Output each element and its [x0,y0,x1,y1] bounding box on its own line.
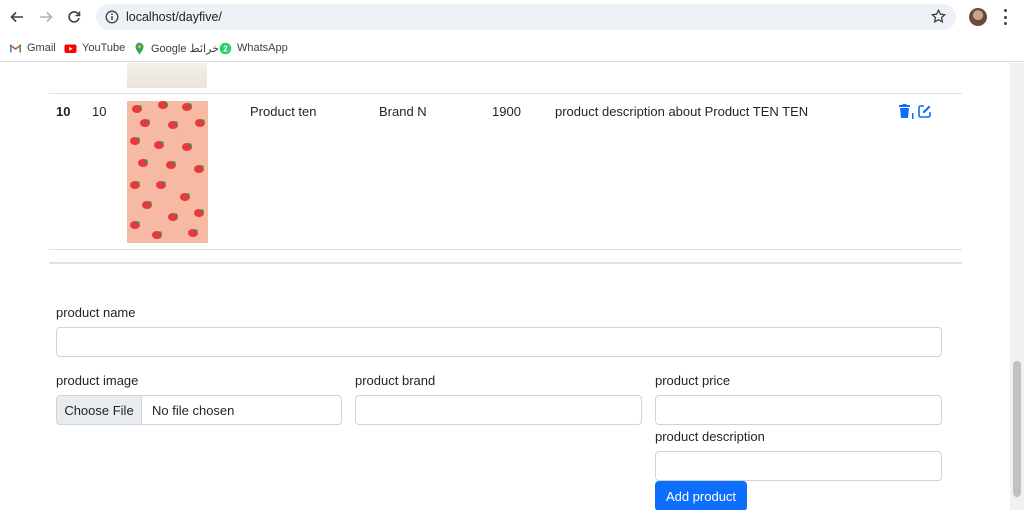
bookmark-label: Gmail [27,42,56,54]
bookmark-google-maps[interactable]: Google خرائط [133,41,219,55]
back-button[interactable] [7,7,27,27]
page-viewport: 10 10 Product ten Brand N 1900 product d… [0,63,1010,510]
google-maps-icon [135,42,144,54]
page-scrollbar[interactable] [1010,63,1024,510]
product-description-input[interactable] [655,451,942,481]
bookmark-gmail[interactable]: Gmail [9,41,56,55]
product-name: Product ten [250,104,317,119]
row-actions [898,104,932,119]
product-price: 1900 [492,104,521,119]
whatsapp-icon: 2 [219,42,232,54]
url-text: localhost/dayfive/ [126,10,222,24]
product-name-label: product name [56,305,136,320]
product-image-file-input[interactable]: Choose File No file chosen [56,395,342,425]
table-row: 10 10 Product ten Brand N 1900 product d… [49,94,962,250]
table-row-partial [49,63,962,94]
product-image-label: product image [56,373,139,388]
product-brand: Brand N [379,104,427,119]
product-id: 10 [92,104,107,119]
browser-toolbar: localhost/dayfive/ [0,0,1024,34]
product-price-input[interactable] [655,395,942,425]
profile-avatar[interactable] [969,8,987,26]
bookmarks-bar: Gmail YouTube Google خرائط 2 WhatsApp [0,34,1024,62]
forward-button[interactable] [36,7,56,27]
info-icon[interactable] [105,10,119,24]
add-product-button[interactable]: Add product [655,481,747,510]
bookmark-whatsapp[interactable]: 2 WhatsApp [219,41,288,55]
youtube-icon [64,44,77,53]
gmail-icon [9,43,22,52]
arrow-right-icon [40,11,53,23]
strawberries-image [127,101,208,243]
address-bar[interactable]: localhost/dayfive/ [96,4,956,30]
product-price-label: product price [655,373,731,388]
bookmark-label: YouTube [82,42,126,54]
choose-file-button[interactable]: Choose File [57,396,142,424]
product-brand-input[interactable] [355,395,642,425]
delete-icon[interactable] [898,104,915,119]
bookmark-star-icon[interactable] [931,9,946,24]
reload-button[interactable] [64,7,84,27]
product-brand-label: product brand [355,373,436,388]
bookmark-youtube[interactable]: YouTube [64,41,125,55]
product-image [127,101,208,243]
arrow-left-icon [10,11,23,23]
product-description-label: product description [655,429,765,444]
row-index: 10 [56,104,71,119]
edit-icon[interactable] [918,104,932,118]
browser-menu-icon[interactable] [1002,9,1008,25]
svg-text:2: 2 [223,44,228,53]
file-status-text: No file chosen [152,402,235,418]
bookmark-label: WhatsApp [237,42,288,54]
product-name-input[interactable] [56,327,942,357]
product-description: product description about Product TEN TE… [555,104,809,119]
section-divider [49,262,962,264]
product-image-partial [127,63,207,88]
bookmark-label: Google خرائط [151,42,219,55]
scrollbar-thumb[interactable] [1013,361,1021,497]
reload-icon [68,11,81,23]
